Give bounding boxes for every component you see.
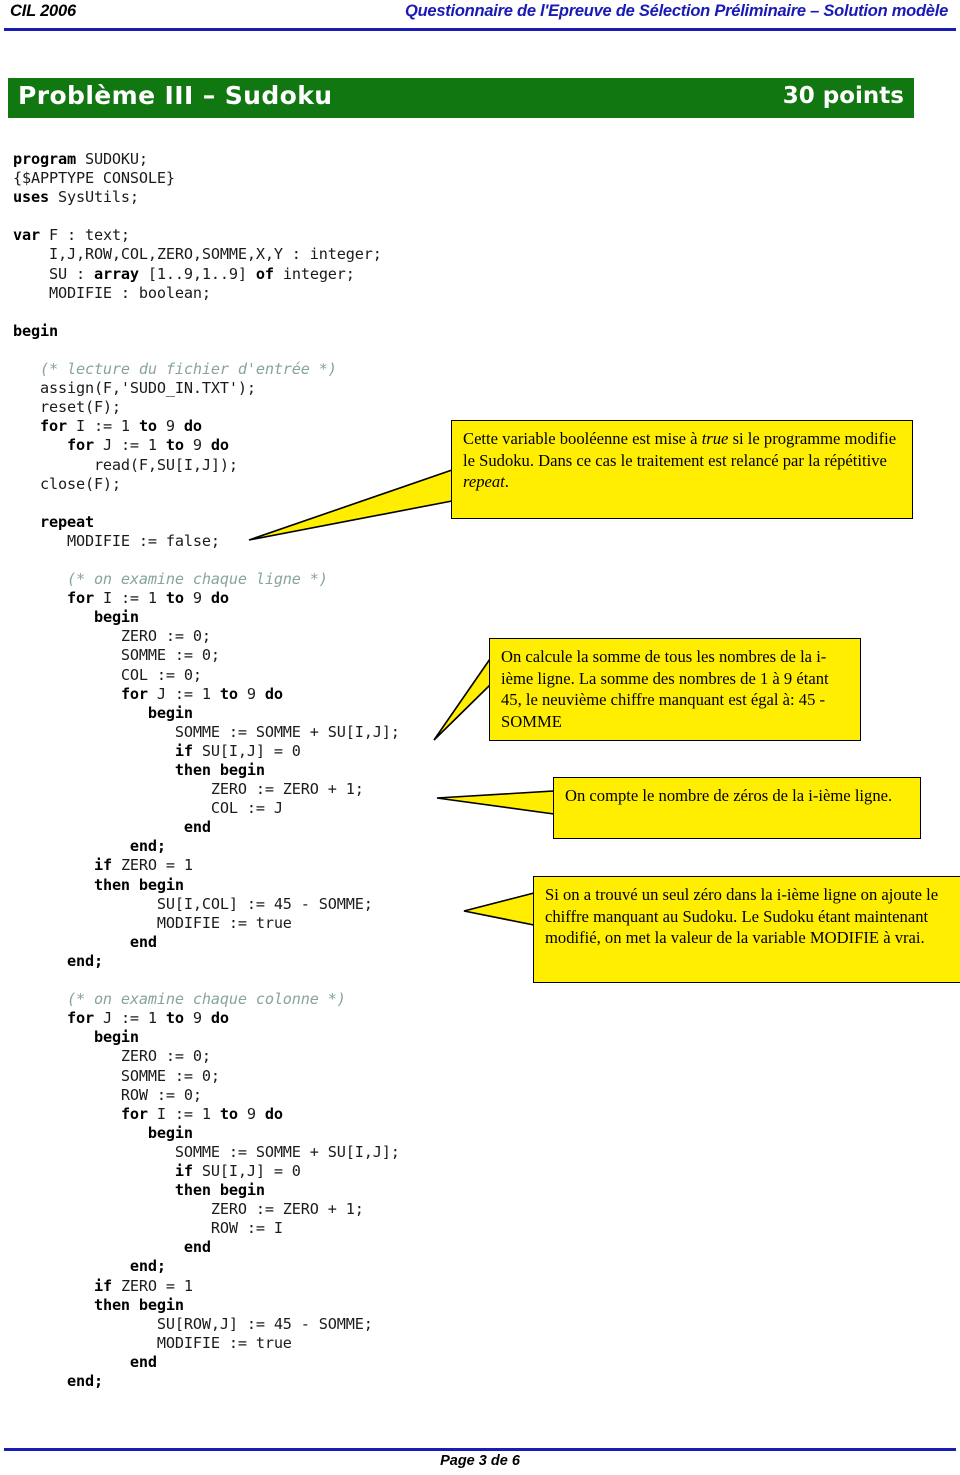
callout-emphasis: repeat [463,472,505,492]
callout-zero-count: On compte le nombre de zéros de la i-ièm… [553,777,921,839]
callout-text: Si on a trouvé un seul zéro dans la i-iè… [545,885,939,948]
callout-emphasis: true [701,429,729,448]
callout-fill-missing-digit: Si on a trouvé un seul zéro dans la i-iè… [533,876,960,983]
callout-text: Cette variable booléenne est mise à [463,429,702,448]
callout-modifie-variable: Cette variable booléenne est mise à true… [451,420,913,519]
callout-text: On compte le nombre de zéros de la i-ièm… [565,786,893,805]
callout-row-sum: On calcule la somme de tous les nombres … [489,638,861,741]
callout-text: . [504,472,509,492]
callout-text: On calcule la somme de tous les nombres … [501,647,829,731]
